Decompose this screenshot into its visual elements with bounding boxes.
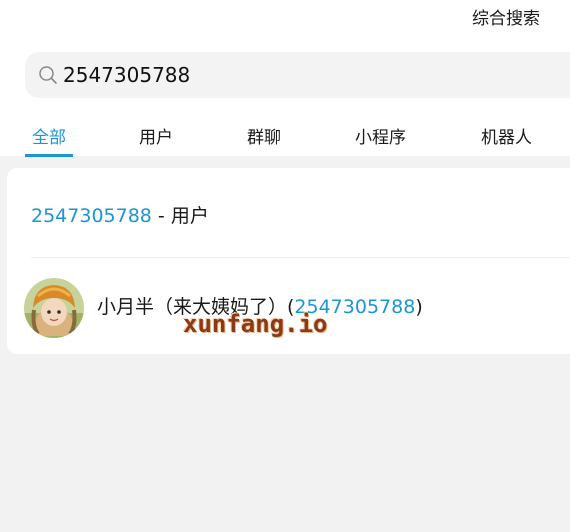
tab-users[interactable]: 用户 (139, 123, 173, 148)
search-header: 综合搜索 全部 用户 群聊 小程序 机器人 (0, 0, 570, 157)
user-name-close: ) (415, 296, 423, 318)
active-tab-indicator (25, 154, 73, 157)
tab-groups[interactable]: 群聊 (247, 123, 281, 148)
comprehensive-search-link[interactable]: 综合搜索 (472, 4, 540, 29)
watermark: xunfang.io (183, 310, 328, 338)
user-search-summary[interactable]: 2547305788 - 用户 (31, 201, 209, 228)
tab-mini-programs[interactable]: 小程序 (355, 123, 406, 148)
summary-label: - 用户 (151, 205, 209, 227)
tab-all[interactable]: 全部 (32, 123, 66, 148)
tab-bots[interactable]: 机器人 (481, 123, 532, 148)
divider (31, 257, 570, 258)
summary-number: 2547305788 (31, 205, 152, 227)
search-input[interactable] (63, 58, 563, 92)
user-avatar (24, 278, 84, 338)
search-icon (39, 66, 57, 84)
search-bar[interactable] (25, 52, 570, 98)
